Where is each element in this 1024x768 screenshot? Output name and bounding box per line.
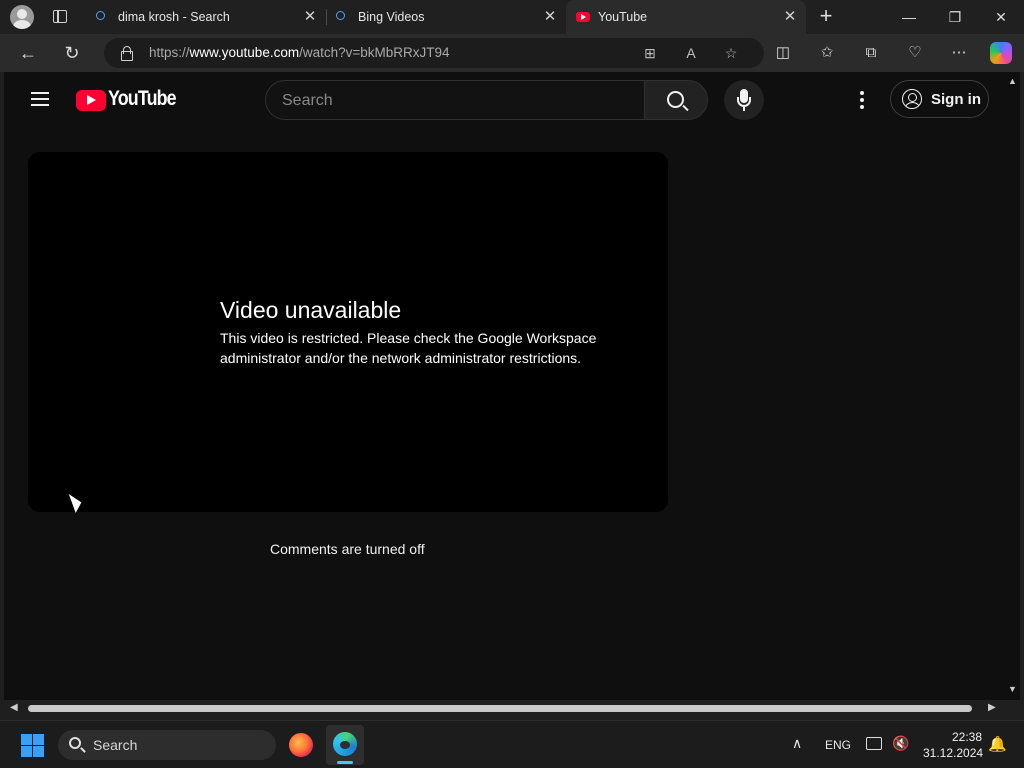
new-tab-button[interactable]: + <box>816 5 836 27</box>
tab-close-icon[interactable]: ✕ <box>302 9 318 25</box>
url-text[interactable]: https://www.youtube.com/watch?v=bkMbRRxJ… <box>149 45 450 60</box>
taskbar: Search ∧ ENG 🔇 22:38 31.12.2024 🔔 <box>0 720 1024 768</box>
windows-start-icon[interactable] <box>21 734 44 757</box>
search-icon <box>69 737 81 749</box>
tab-strip: dima krosh - Search ✕ Bing Videos ✕ YouT… <box>0 0 1024 34</box>
more-options-icon[interactable] <box>860 91 864 109</box>
split-screen-icon[interactable]: ◫ <box>773 43 793 63</box>
read-aloud-icon[interactable]: A <box>682 44 700 62</box>
close-window-button[interactable]: ✕ <box>978 0 1024 34</box>
copilot-icon[interactable] <box>990 42 1012 64</box>
sign-in-button[interactable]: Sign in <box>890 80 989 118</box>
input-language-indicator[interactable]: ENG <box>825 738 851 752</box>
restore-button[interactable]: ❐ <box>932 0 978 34</box>
tab-title: Bing Videos <box>358 10 425 24</box>
browser-toolbar: ← ↻ https://www.youtube.com/watch?v=bkMb… <box>0 34 1024 72</box>
search-favicon-icon <box>336 11 345 20</box>
search-placeholder: Search <box>282 92 333 109</box>
search-button[interactable] <box>644 80 708 120</box>
taskbar-search-box[interactable]: Search <box>58 730 276 760</box>
voice-search-button[interactable] <box>724 80 764 120</box>
youtube-favicon-icon <box>576 12 590 22</box>
refresh-icon[interactable]: ↻ <box>61 42 83 64</box>
minimize-button[interactable]: — <box>886 0 932 34</box>
youtube-logo-text[interactable]: YouTube <box>108 87 177 111</box>
app-available-icon[interactable]: ⊞ <box>641 44 659 62</box>
active-app-indicator <box>337 761 353 764</box>
comments-status: Comments are turned off <box>270 541 425 557</box>
youtube-page: YouTube Search Sign in Video unavailable… <box>4 72 1020 718</box>
tab-dima-krosh-search[interactable]: dima krosh - Search ✕ <box>86 0 326 34</box>
search-icon <box>667 91 684 108</box>
tab-actions-icon[interactable] <box>48 6 72 28</box>
error-title: Video unavailable <box>220 297 402 323</box>
notification-bell-icon[interactable]: 🔔 <box>988 735 1007 753</box>
tab-title: YouTube <box>598 10 648 24</box>
sign-in-label: Sign in <box>931 91 981 108</box>
account-icon <box>902 89 922 109</box>
browser-essentials-icon[interactable]: ♡ <box>905 43 925 63</box>
error-message: This video is restricted. Please check t… <box>220 330 597 366</box>
firefox-icon[interactable] <box>289 733 313 757</box>
edge-taskbar-button[interactable] <box>326 725 364 765</box>
scroll-left-arrow-icon[interactable]: ◀ <box>10 702 18 713</box>
favorites-icon[interactable]: ✩ <box>817 43 837 63</box>
horizontal-scrollbar[interactable]: ◀ ▶ <box>0 700 1024 718</box>
favorite-star-icon[interactable]: ☆ <box>722 44 740 62</box>
show-hidden-icons-chevron-icon[interactable]: ∧ <box>792 735 802 752</box>
tab-youtube[interactable]: YouTube ✕ <box>566 0 806 34</box>
url-prefix: https:// <box>149 45 190 60</box>
search-favicon-icon <box>96 11 105 20</box>
address-bar[interactable]: https://www.youtube.com/watch?v=bkMbRRxJ… <box>104 38 764 68</box>
profile-avatar-icon[interactable] <box>10 5 34 29</box>
tab-bing-videos[interactable]: Bing Videos ✕ <box>326 0 566 34</box>
taskbar-search-label: Search <box>93 737 138 753</box>
video-player[interactable]: Video unavailable This video is restrict… <box>28 152 668 512</box>
search-input[interactable]: Search <box>265 80 645 120</box>
microphone-icon <box>737 89 751 111</box>
scroll-right-arrow-icon[interactable]: ▶ <box>988 702 996 713</box>
scroll-up-arrow-icon[interactable]: ▲ <box>1008 76 1017 86</box>
lock-icon[interactable] <box>120 46 133 61</box>
back-arrow-icon[interactable]: ← <box>17 42 39 64</box>
tab-close-icon[interactable]: ✕ <box>542 9 558 25</box>
url-path: /watch?v=bkMbRRxJT94 <box>299 45 450 60</box>
volume-muted-icon[interactable]: 🔇 <box>892 735 909 752</box>
tab-close-icon[interactable]: ✕ <box>782 9 798 25</box>
menu-icon[interactable] <box>31 92 49 106</box>
settings-more-icon[interactable]: ⋯ <box>949 43 969 63</box>
youtube-logo-icon[interactable] <box>76 90 106 111</box>
tab-title: dima krosh - Search <box>118 10 230 24</box>
scroll-down-arrow-icon[interactable]: ▼ <box>1008 684 1017 694</box>
clock-date[interactable]: 31.12.2024 <box>923 746 983 760</box>
collections-icon[interactable]: ⧉ <box>861 43 881 63</box>
clock-time[interactable]: 22:38 <box>952 730 982 744</box>
edge-icon <box>333 732 357 756</box>
url-domain: www.youtube.com <box>189 45 300 60</box>
network-icon[interactable] <box>866 737 882 750</box>
scrollbar-thumb[interactable] <box>28 705 972 712</box>
